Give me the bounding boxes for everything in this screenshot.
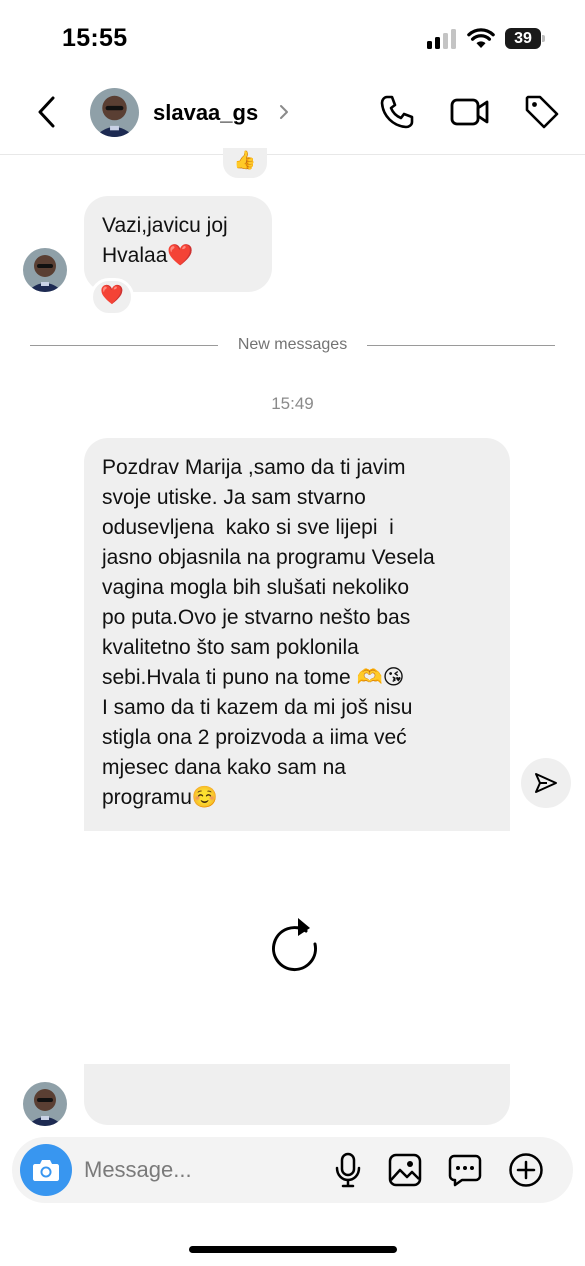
- back-icon[interactable]: [32, 94, 62, 130]
- reaction-badge[interactable]: 👍: [223, 148, 267, 178]
- chevron-right-icon[interactable]: [278, 102, 290, 122]
- phone-icon[interactable]: [378, 93, 416, 131]
- message-text: Vazi,javicu joj: [102, 214, 228, 237]
- plus-icon[interactable]: [508, 1152, 544, 1188]
- camera-icon: [33, 1160, 59, 1181]
- message-text: Pozdrav Marija ,samo da ti javim: [102, 456, 406, 479]
- status-bar: 15:55 39: [0, 0, 585, 80]
- gallery-icon[interactable]: [388, 1153, 422, 1187]
- message-input[interactable]: [84, 1151, 324, 1189]
- message-text: svoje utiske. Ja sam stvarno: [102, 486, 366, 509]
- avatar[interactable]: [23, 1082, 67, 1126]
- tag-icon[interactable]: [524, 94, 560, 130]
- wifi-icon: [467, 28, 495, 48]
- reload-icon[interactable]: [270, 916, 326, 974]
- home-indicator[interactable]: [189, 1246, 397, 1253]
- new-messages-label: New messages: [237, 336, 348, 353]
- chat-header: slavaa_gs: [0, 80, 585, 155]
- message-timestamp: 15:49: [271, 394, 314, 413]
- battery-icon: 39: [505, 28, 545, 49]
- status-time: 15:55: [62, 24, 128, 52]
- message-text: kvalitetno što sam poklonila: [102, 636, 359, 659]
- message-bubble[interactable]: [84, 1064, 510, 1125]
- message-text: programu☺️: [102, 786, 219, 809]
- video-camera-icon[interactable]: [450, 95, 490, 129]
- message-text: jasno objasnila na programu Vesela: [102, 546, 435, 569]
- message-text: mjesec dana kako sam na: [102, 756, 346, 779]
- message-text: odusevljena kako si sve lijepi i: [102, 516, 394, 539]
- send-icon: [535, 773, 557, 793]
- avatar[interactable]: [23, 248, 67, 292]
- username[interactable]: slavaa_gs: [153, 100, 258, 126]
- message-text: Hvalaa❤️: [102, 244, 194, 267]
- sticker-icon[interactable]: [448, 1153, 482, 1187]
- message-text: stigla ona 2 proizvoda a iima već: [102, 726, 407, 749]
- new-messages-divider: New messages: [30, 334, 555, 358]
- message-composer: [12, 1137, 573, 1203]
- cellular-signal-icon: [427, 29, 459, 49]
- message-bubble[interactable]: Pozdrav Marija ,samo da ti javim svoje u…: [84, 438, 510, 831]
- message-text: I samo da ti kazem da mi još nisu: [102, 696, 413, 719]
- avatar[interactable]: [90, 88, 139, 137]
- message-text: vagina mogla bih slušati nekoliko: [102, 576, 410, 599]
- message-text: po puta.Ovo je stvarno nešto bas: [102, 606, 411, 629]
- microphone-icon[interactable]: [334, 1152, 362, 1188]
- battery-level: 39: [505, 28, 541, 49]
- heart-reaction-badge[interactable]: ❤️: [90, 278, 134, 316]
- message-text: sebi.Hvala ti puno na tome 🫶😘: [102, 666, 405, 689]
- share-button[interactable]: [521, 758, 571, 808]
- camera-button[interactable]: [20, 1144, 72, 1196]
